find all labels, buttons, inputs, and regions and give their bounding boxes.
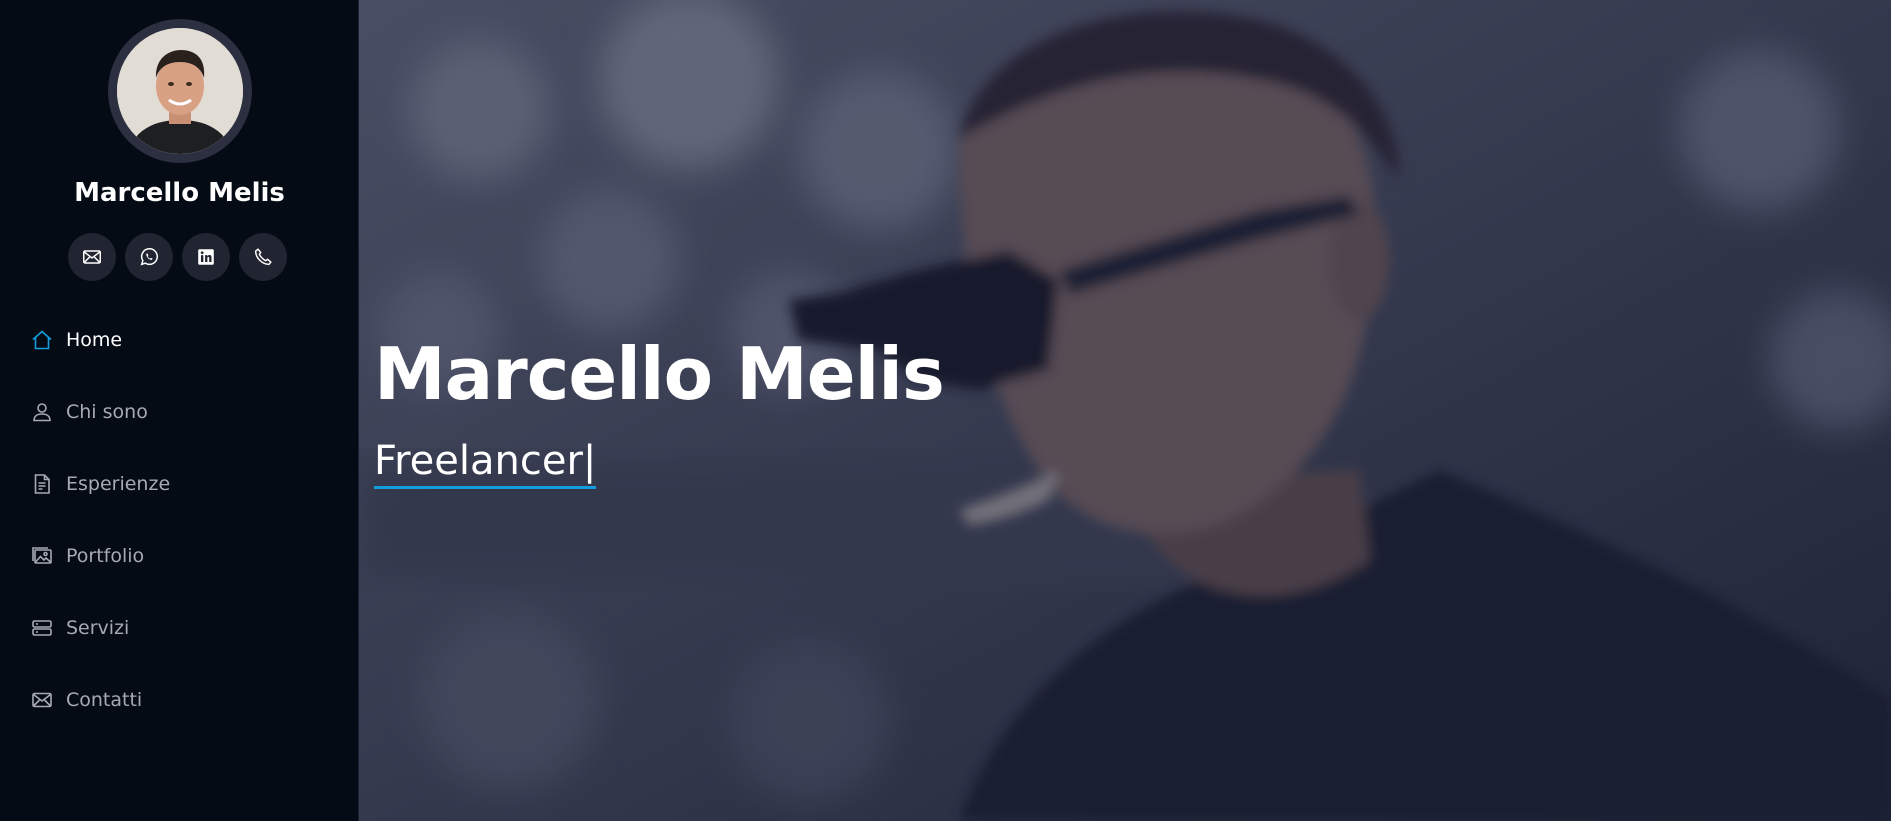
email-button[interactable] <box>68 233 116 281</box>
file-text-icon <box>30 472 54 496</box>
server-icon <box>30 616 54 640</box>
envelope-icon <box>30 688 54 712</box>
whatsapp-icon <box>140 248 158 266</box>
social-links <box>68 233 287 281</box>
linkedin-icon <box>198 249 214 265</box>
nav-item-esperienze[interactable]: Esperienze <box>0 448 359 520</box>
hero-title: Marcello Melis <box>374 332 945 416</box>
telephone-icon <box>254 248 272 266</box>
nav-label-home: Home <box>66 329 123 351</box>
profile-name: Marcello Melis <box>74 178 285 208</box>
nav-label-contatti: Contatti <box>66 689 143 711</box>
nav-label-servizi: Servizi <box>66 617 130 639</box>
linkedin-button[interactable] <box>182 233 230 281</box>
sidebar: Marcello Melis Home Chi sono Esperienze … <box>0 0 359 821</box>
nav-label-chi-sono: Chi sono <box>66 401 148 423</box>
hero-subtitle-typed: Freelancer| <box>374 438 597 489</box>
nav-item-chi-sono[interactable]: Chi sono <box>0 376 359 448</box>
phone-button[interactable] <box>239 233 287 281</box>
profile-photo <box>117 28 243 154</box>
nav-item-servizi[interactable]: Servizi <box>0 592 359 664</box>
nav-label-portfolio: Portfolio <box>66 545 145 567</box>
whatsapp-button[interactable] <box>125 233 173 281</box>
avatar-frame <box>108 19 252 163</box>
nav-item-home[interactable]: Home <box>0 304 359 376</box>
house-icon <box>30 328 54 352</box>
images-icon <box>30 544 54 568</box>
main-nav: Home Chi sono Esperienze Portfolio Servi… <box>0 304 359 736</box>
avatar <box>117 28 243 154</box>
nav-item-contatti[interactable]: Contatti <box>0 664 359 736</box>
hero-section: Marcello Melis Freelancer| <box>359 0 1891 821</box>
person-icon <box>30 400 54 424</box>
nav-item-portfolio[interactable]: Portfolio <box>0 520 359 592</box>
envelope-icon <box>83 250 101 264</box>
nav-label-esperienze: Esperienze <box>66 473 171 495</box>
